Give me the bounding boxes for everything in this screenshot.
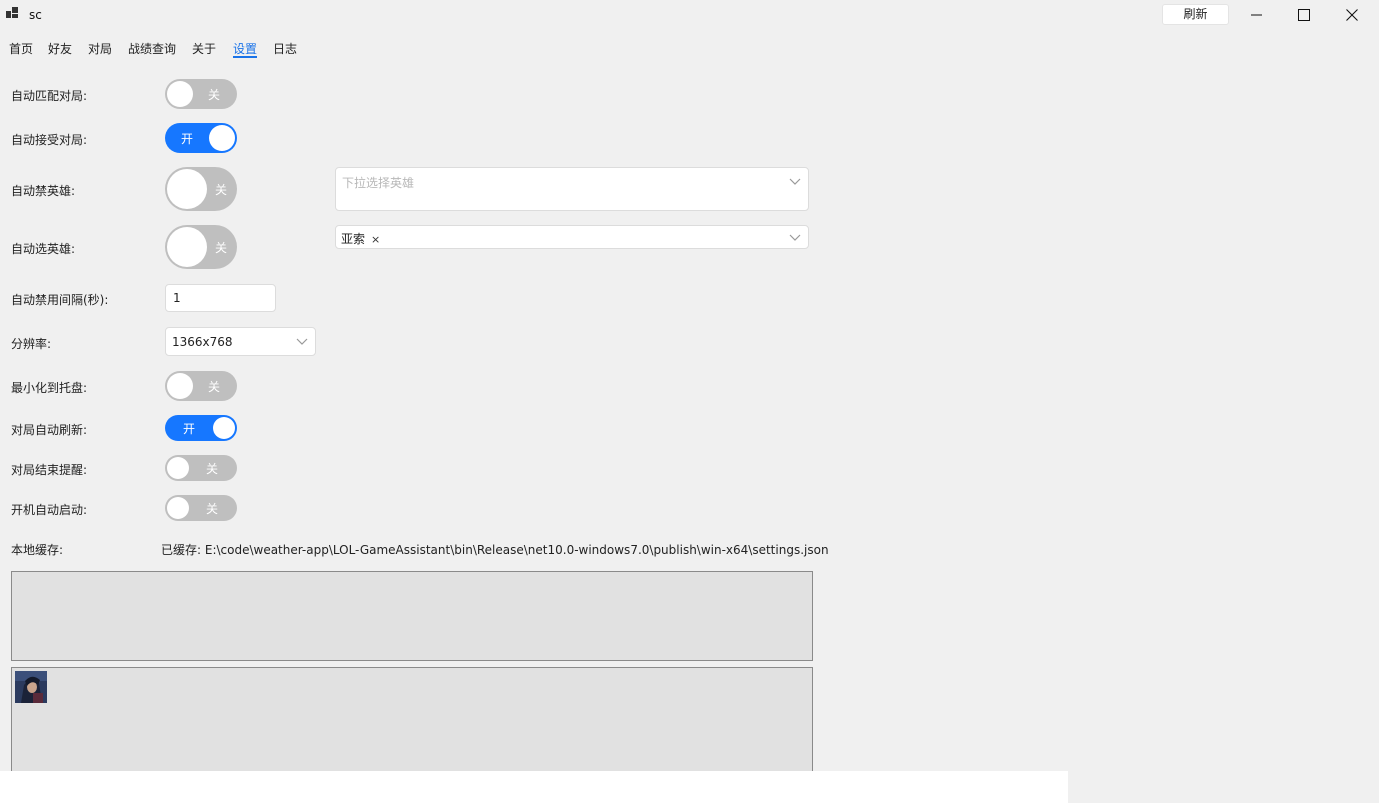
cache-label: 本地缓存:	[11, 543, 64, 557]
selected-champion-name: 亚索	[341, 232, 366, 246]
ban-champion-panel	[11, 571, 813, 661]
champion-avatar-icon[interactable]	[15, 671, 47, 703]
refresh-button[interactable]: 刷新	[1162, 4, 1229, 25]
ban-champion-select[interactable]: 下拉选择英雄	[335, 167, 809, 211]
toggle-knob	[167, 457, 189, 479]
toggle-knob	[167, 169, 207, 209]
toggle-knob	[167, 81, 193, 107]
toggle-state-text: 关	[206, 462, 219, 476]
ban-champion-placeholder: 下拉选择英雄	[342, 176, 415, 190]
resolution-value: 1366x768	[172, 335, 233, 349]
minimize-button[interactable]	[1234, 0, 1280, 30]
title-bar: sc 刷新	[0, 0, 1379, 30]
chevron-down-icon	[789, 178, 801, 185]
auto-accept-toggle[interactable]: 开	[165, 123, 237, 153]
tab-home[interactable]: 首页	[9, 40, 33, 57]
tab-record-search[interactable]: 战绩查询	[128, 40, 176, 57]
auto-match-toggle[interactable]: 关	[165, 79, 237, 109]
cache-path: 已缓存: E:\code\weather-app\LOL-GameAssista…	[161, 543, 829, 557]
toggle-knob	[167, 497, 189, 519]
auto-refresh-label: 对局自动刷新:	[11, 423, 88, 437]
toggle-state-text: 关	[215, 241, 228, 255]
end-reminder-toggle[interactable]: 关	[165, 455, 237, 481]
chevron-down-icon	[296, 338, 308, 345]
toggle-state-text: 关	[215, 183, 228, 197]
maximize-icon	[1298, 9, 1310, 21]
bottom-strip	[0, 771, 1068, 803]
auto-accept-label: 自动接受对局:	[11, 133, 88, 147]
resolution-label: 分辨率:	[11, 337, 52, 351]
minimize-icon	[1251, 14, 1262, 16]
pick-champion-select[interactable]: 亚索 ×	[335, 225, 809, 249]
auto-pick-toggle[interactable]: 关	[165, 225, 237, 269]
remove-tag-icon[interactable]: ×	[371, 233, 380, 246]
close-icon	[1346, 9, 1358, 21]
tab-friends[interactable]: 好友	[48, 40, 72, 57]
app-icon	[6, 7, 19, 20]
auto-ban-toggle[interactable]: 关	[165, 167, 237, 211]
resolution-select[interactable]: 1366x768	[165, 327, 316, 356]
auto-refresh-toggle[interactable]: 开	[165, 415, 237, 441]
chevron-down-icon	[789, 234, 801, 241]
active-tab-indicator	[233, 56, 257, 58]
startup-toggle[interactable]: 关	[165, 495, 237, 521]
maximize-button[interactable]	[1281, 0, 1327, 30]
close-button[interactable]	[1329, 0, 1375, 30]
ban-interval-label: 自动禁用间隔(秒):	[11, 293, 109, 307]
toggle-knob	[167, 373, 193, 399]
window-title: sc	[29, 8, 42, 22]
tab-match[interactable]: 对局	[88, 40, 112, 57]
auto-match-label: 自动匹配对局:	[11, 89, 88, 103]
toggle-state-text: 开	[183, 422, 196, 436]
selected-champion-tag: 亚索 ×	[341, 230, 380, 247]
end-reminder-label: 对局结束提醒:	[11, 463, 88, 477]
toggle-state-text: 开	[181, 132, 194, 146]
tab-about[interactable]: 关于	[192, 40, 216, 57]
auto-pick-label: 自动选英雄:	[11, 242, 76, 256]
tab-settings[interactable]: 设置	[233, 40, 257, 57]
auto-ban-label: 自动禁英雄:	[11, 184, 76, 198]
toggle-knob	[167, 227, 207, 267]
toggle-state-text: 关	[208, 380, 221, 394]
tab-log[interactable]: 日志	[273, 40, 297, 57]
toggle-state-text: 关	[206, 502, 219, 516]
toggle-state-text: 关	[208, 88, 221, 102]
pick-champion-panel	[11, 667, 813, 771]
toggle-knob	[209, 125, 235, 151]
startup-label: 开机自动启动:	[11, 503, 88, 517]
minimize-tray-toggle[interactable]: 关	[165, 371, 237, 401]
ban-interval-input[interactable]: 1	[165, 284, 276, 312]
minimize-tray-label: 最小化到托盘:	[11, 381, 88, 395]
toggle-knob	[213, 417, 235, 439]
